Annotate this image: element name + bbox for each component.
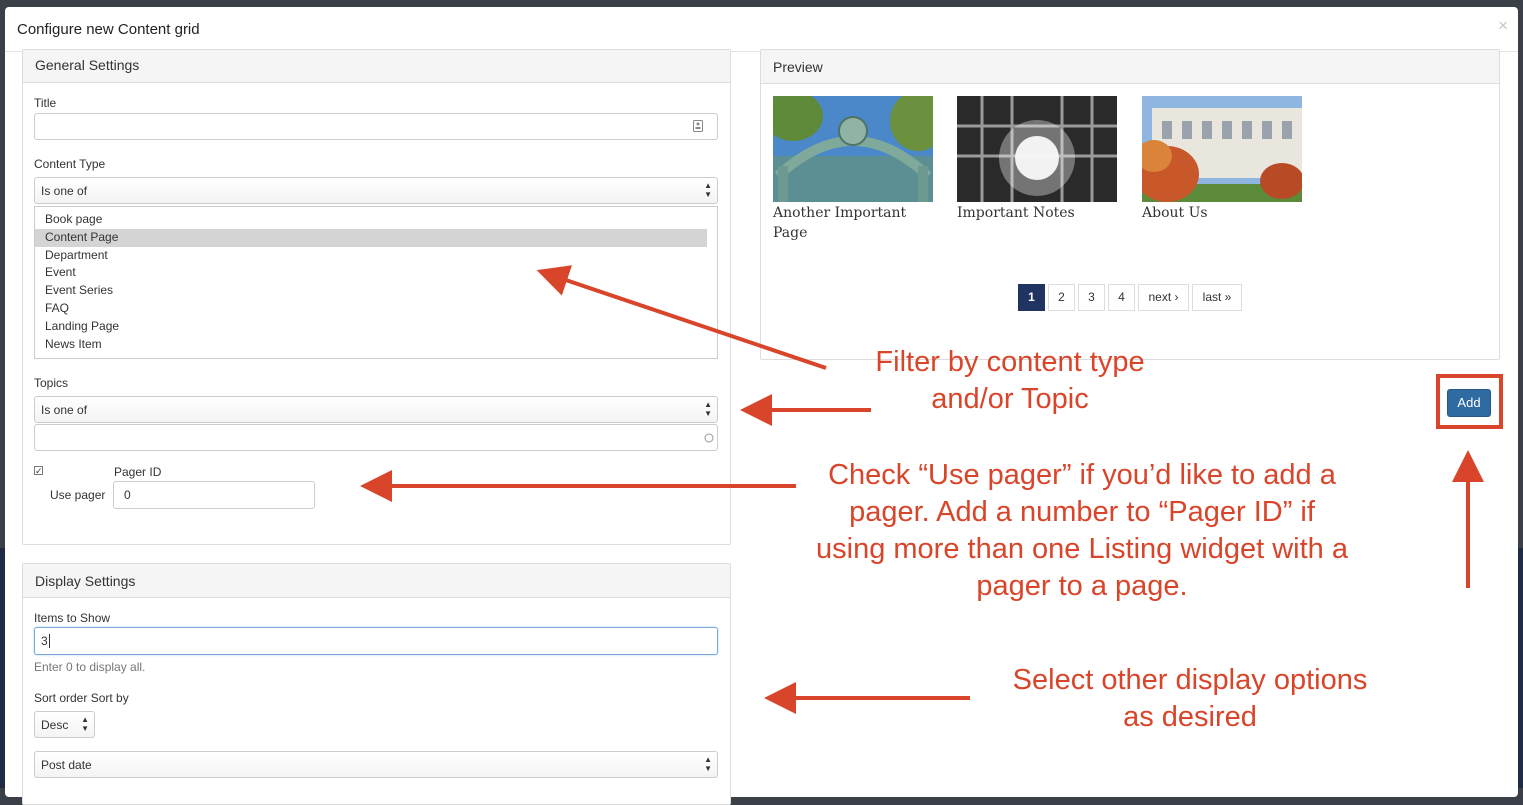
annotation-display: Select other display options as desired <box>1012 664 1368 733</box>
arrow-to-content-type <box>536 265 827 370</box>
annotation-filter: Filter by content type and/or Topic <box>875 346 1145 415</box>
annotation-pager: Check “Use pager” if you’d like to add a… <box>816 459 1348 602</box>
